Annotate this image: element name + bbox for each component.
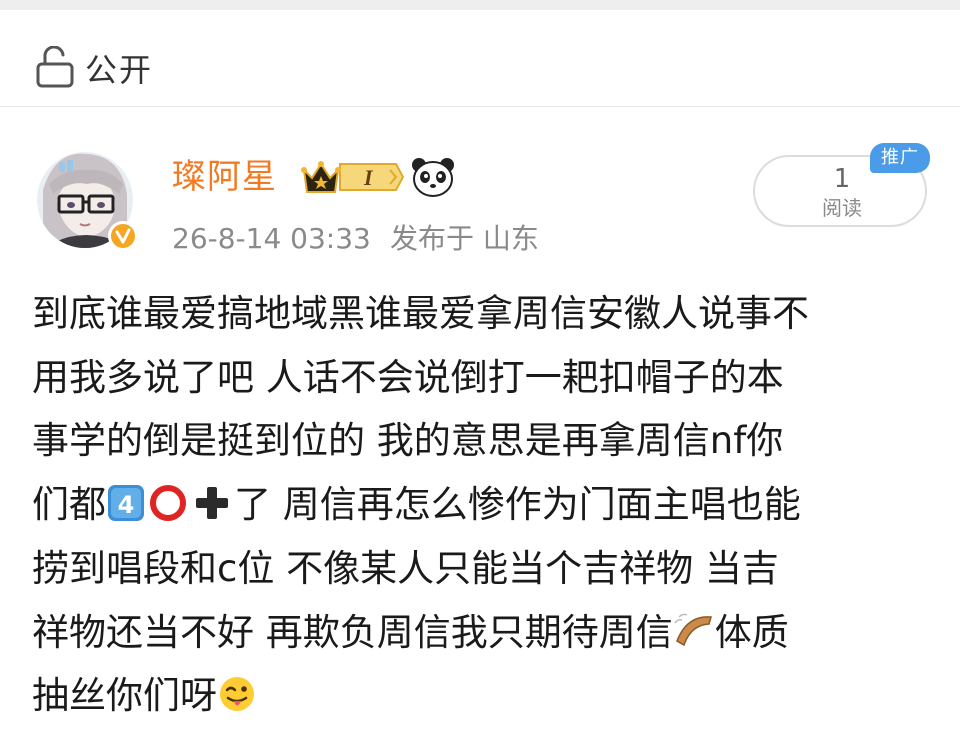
lock-open-icon	[36, 46, 74, 88]
promote-badge[interactable]: 推广	[870, 143, 930, 173]
post-time: 26-8-14 03:33	[172, 222, 371, 255]
visibility-bar[interactable]: 公开	[0, 10, 960, 106]
top-strip	[0, 0, 960, 10]
svg-text:4: 4	[118, 491, 135, 519]
post-location: 发布于 山东	[390, 222, 539, 255]
post-line: 捞到唱段和c位 不像某人只能当个吉祥物 当吉	[32, 546, 779, 590]
vip-level-text: I	[363, 165, 374, 190]
hollow-red-circle-emoji	[150, 485, 186, 522]
avatar[interactable]	[35, 150, 141, 256]
read-label: 阅读	[822, 196, 862, 220]
post-line: 们都 4 了 周信再怎么惨作为门面主唱也能	[32, 473, 937, 537]
keycap-4-emoji: 4	[108, 485, 144, 522]
post-line: 事学的倒是挺到位的 我的意思是再拿周信nf你	[32, 419, 784, 463]
post-text: 们都	[32, 483, 106, 527]
panda-icon	[412, 158, 454, 197]
visibility-label: 公开	[85, 51, 154, 89]
tongue-out-wink-emoji	[220, 677, 254, 712]
crown-vip-badge[interactable]: I	[300, 156, 404, 198]
post-text: 抽丝你们呀	[32, 674, 217, 718]
boomerang-emoji	[674, 613, 712, 646]
post-text: 体质	[714, 610, 789, 654]
author-name[interactable]: 璨阿星	[172, 152, 277, 202]
post-body: 到底谁最爱搞地域黑谁最爱拿周信安徽人说事不 用我多说了吧 人话不会说倒打一耙扣帽…	[32, 282, 937, 728]
post-line: 抽丝你们呀	[32, 664, 937, 728]
divider	[0, 106, 960, 107]
post-text: 祥物还当不好 再欺负周信我只期待周信	[32, 610, 673, 654]
post-text: 了 周信再怎么惨作为门面主唱也能	[234, 483, 801, 527]
post-line: 到底谁最爱搞地域黑谁最爱拿周信安徽人说事不	[32, 292, 809, 335]
plus-sign-emoji	[196, 487, 228, 520]
post-line: 用我多说了吧 人话不会说倒打一耙扣帽子的本	[32, 355, 784, 399]
post-line: 祥物还当不好 再欺负周信我只期待周信 体质	[32, 601, 937, 665]
